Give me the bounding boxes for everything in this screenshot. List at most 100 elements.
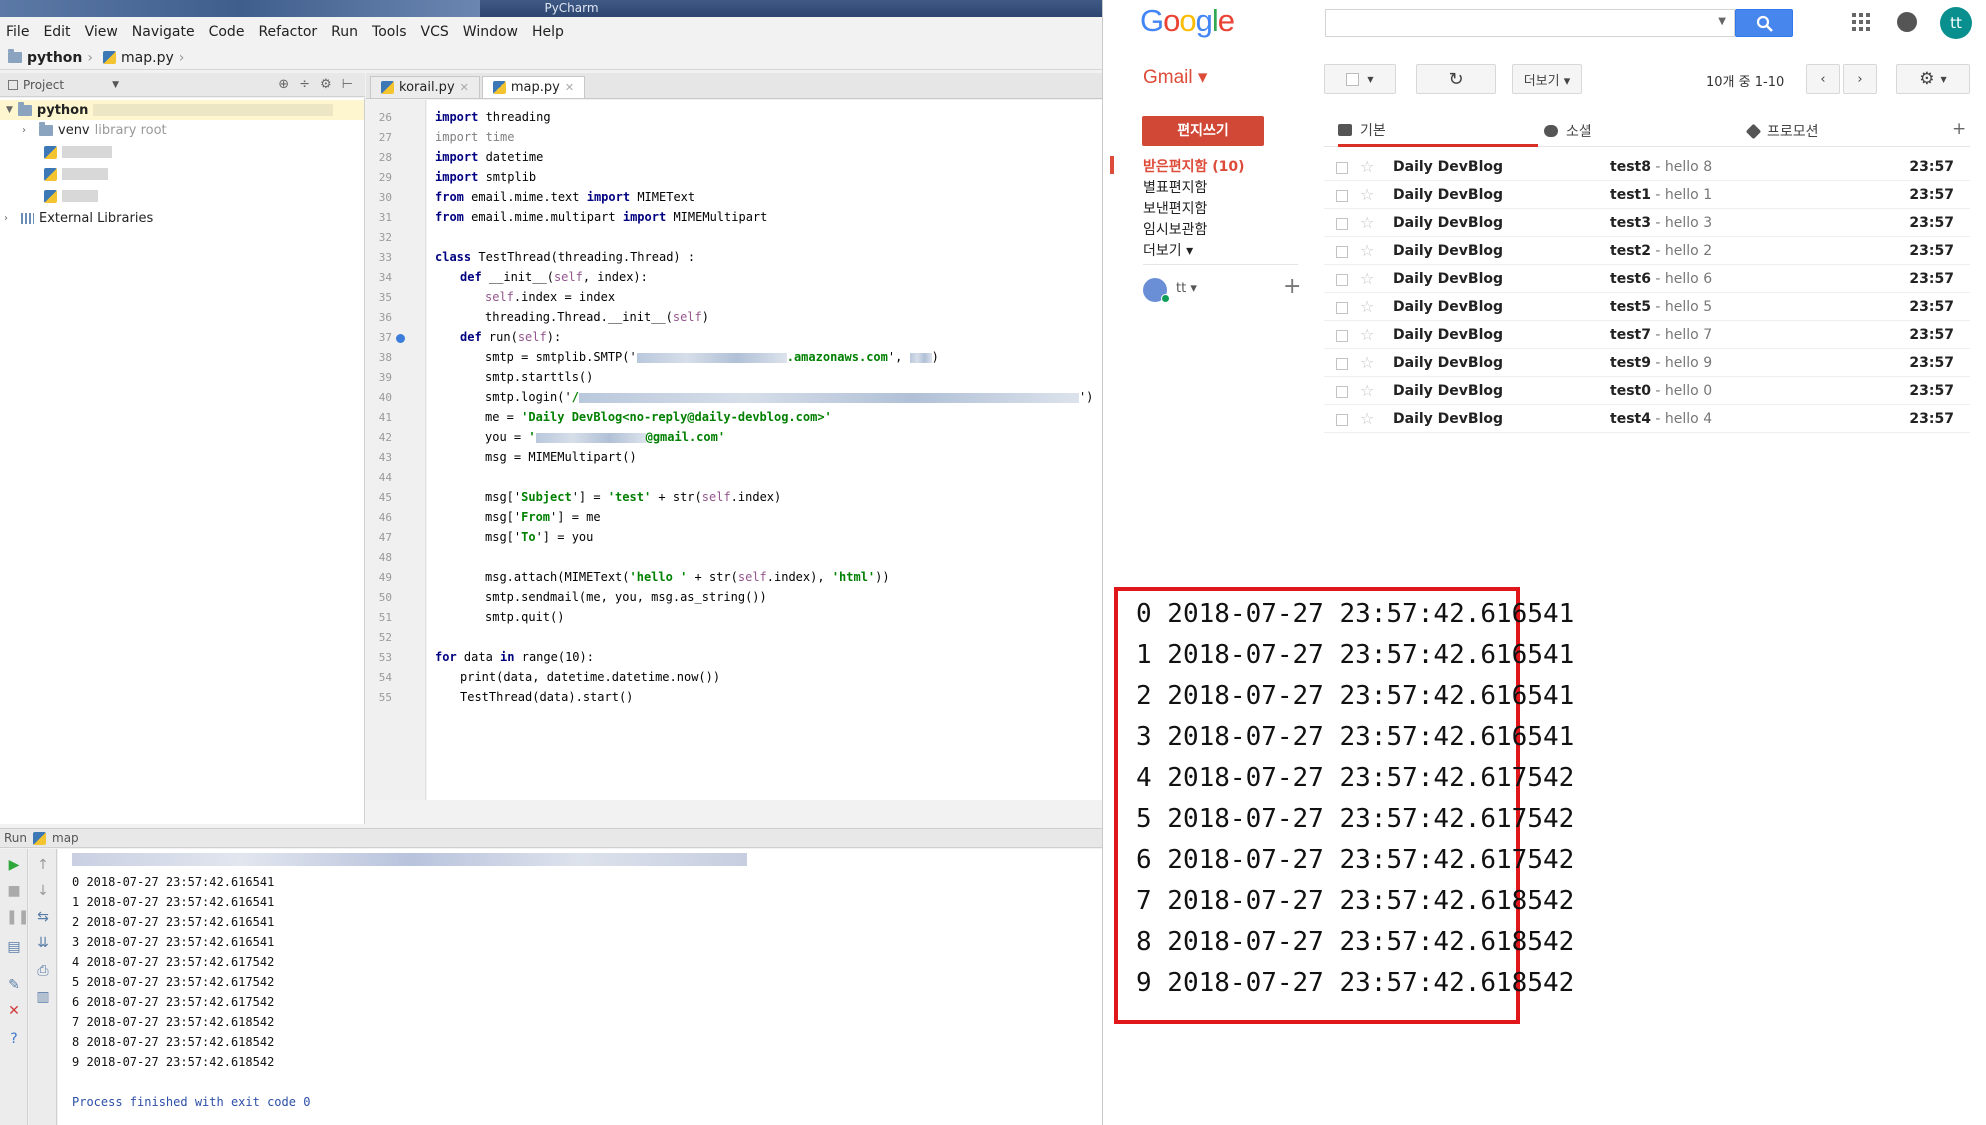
pause-icon[interactable]: ❚❚ (6, 909, 29, 925)
menu-tools[interactable]: Tools (372, 24, 407, 40)
menu-refactor[interactable]: Refactor (258, 24, 317, 40)
avatar[interactable]: tt (1940, 7, 1972, 39)
newer-button[interactable]: ‹ (1806, 64, 1840, 94)
gmail-product-menu[interactable]: Gmail ▾ (1143, 66, 1207, 89)
nav-drafts[interactable]: 임시보관함 (1143, 219, 1207, 239)
email-row[interactable]: ☆ Daily DevBlog test7 - hello 7 23:57 (1324, 321, 1970, 349)
tree-item-python-root[interactable]: ▼ python (0, 100, 364, 120)
chevron-right-icon[interactable]: › (4, 213, 8, 224)
close-icon[interactable]: ✕ (460, 81, 469, 94)
search-input[interactable]: ▼ (1325, 9, 1735, 37)
run-panel-label[interactable]: Run (4, 831, 27, 845)
chevron-down-icon[interactable]: ▼ (112, 80, 119, 90)
older-button[interactable]: › (1843, 64, 1877, 94)
nav-more[interactable]: 더보기 ▾ (1143, 240, 1193, 260)
email-row[interactable]: ☆ Daily DevBlog test3 - hello 3 23:57 (1324, 209, 1970, 237)
close-icon[interactable]: ✕ (565, 81, 574, 94)
project-panel-label[interactable]: Project (23, 78, 64, 92)
star-icon[interactable]: ☆ (1360, 269, 1374, 288)
checkbox[interactable] (1336, 386, 1348, 398)
star-icon[interactable]: ☆ (1360, 409, 1374, 428)
star-icon[interactable]: ☆ (1360, 353, 1374, 372)
trash-icon[interactable]: ▥ (35, 989, 51, 1005)
chevron-down-icon[interactable]: ▼ (1718, 16, 1726, 27)
override-marker-icon[interactable] (396, 334, 405, 343)
checkbox[interactable] (1336, 302, 1348, 314)
arrow-down-icon[interactable]: ↓ (35, 883, 51, 899)
star-icon[interactable]: ☆ (1360, 213, 1374, 232)
star-icon[interactable]: ☆ (1360, 325, 1374, 344)
menu-edit[interactable]: Edit (43, 24, 70, 40)
star-icon[interactable]: ☆ (1360, 185, 1374, 204)
tree-item-file[interactable] (44, 142, 112, 162)
tab-korail-py[interactable]: korail.py ✕ (370, 76, 480, 98)
nav-sent[interactable]: 보낸편지함 (1143, 198, 1207, 218)
run-config-label[interactable]: map (52, 831, 79, 845)
stop-icon[interactable]: ■ (6, 883, 22, 899)
print-icon[interactable]: ⎙ (35, 963, 51, 979)
tree-item-file[interactable] (44, 164, 108, 184)
menu-help[interactable]: Help (532, 24, 564, 40)
menu-window[interactable]: Window (463, 24, 518, 40)
email-row[interactable]: ☆ Daily DevBlog test2 - hello 2 23:57 (1324, 237, 1970, 265)
menu-navigate[interactable]: Navigate (132, 24, 195, 40)
scroll-end-icon[interactable]: ⇊ (35, 935, 51, 951)
select-checkbox-button[interactable]: ▼ (1324, 64, 1396, 94)
layout-icon[interactable]: ▤ (6, 939, 22, 955)
apps-grid-icon[interactable] (1852, 13, 1870, 31)
chevron-right-icon[interactable]: › (22, 125, 26, 136)
tab-promotions[interactable]: 프로모션 (1745, 115, 1948, 147)
notifications-icon[interactable] (1897, 12, 1917, 32)
checkbox[interactable] (1336, 330, 1348, 342)
checkbox[interactable] (1336, 162, 1348, 174)
nav-inbox[interactable]: 받은편지함 (10) (1143, 156, 1245, 176)
menu-code[interactable]: Code (209, 24, 245, 40)
email-row[interactable]: ☆ Daily DevBlog test0 - hello 0 23:57 (1324, 377, 1970, 405)
wrap-icon[interactable]: ⇆ (35, 909, 51, 925)
email-row[interactable]: ☆ Daily DevBlog test4 - hello 4 23:57 (1324, 405, 1970, 433)
tree-item-file[interactable] (44, 186, 98, 206)
star-icon[interactable]: ☆ (1360, 381, 1374, 400)
nav-starred[interactable]: 별표편지함 (1143, 177, 1207, 197)
add-contact-icon[interactable]: + (1283, 274, 1301, 299)
gear-icon[interactable]: ⚙ (320, 77, 332, 92)
settings-button[interactable]: ⚙ ▼ (1896, 64, 1970, 94)
checkbox[interactable] (1336, 218, 1348, 230)
collapse-icon[interactable]: ÷ (299, 77, 310, 92)
menu-view[interactable]: View (85, 24, 118, 40)
more-button[interactable]: 더보기 ▾ (1512, 64, 1582, 94)
close-icon[interactable]: ✕ (6, 1003, 22, 1019)
checkbox[interactable] (1336, 414, 1348, 426)
hangouts-user[interactable]: tt ▾ (1176, 281, 1197, 296)
tree-item-venv[interactable]: › venv library root (22, 120, 167, 140)
add-tab-icon[interactable]: + (1952, 119, 1966, 139)
arrow-up-icon[interactable]: ↑ (35, 857, 51, 873)
hide-panel-icon[interactable]: ⊢ (342, 77, 353, 92)
email-row[interactable]: ☆ Daily DevBlog test1 - hello 1 23:57 (1324, 181, 1970, 209)
star-icon[interactable]: ☆ (1360, 241, 1374, 260)
star-icon[interactable]: ☆ (1360, 157, 1374, 176)
pin-icon[interactable]: ✎ (6, 977, 22, 993)
tab-map-py[interactable]: map.py ✕ (481, 76, 586, 98)
search-button[interactable] (1735, 9, 1793, 37)
sync-icon[interactable]: ⊕ (278, 77, 289, 92)
checkbox[interactable] (1336, 358, 1348, 370)
refresh-button[interactable]: ↻ (1416, 64, 1496, 94)
email-row[interactable]: ☆ Daily DevBlog test8 - hello 8 23:57 (1324, 153, 1970, 181)
breadcrumb-python[interactable]: python › (8, 49, 93, 66)
tab-social[interactable]: 소셜 (1544, 115, 1744, 147)
menu-file[interactable]: File (6, 24, 29, 40)
menu-run[interactable]: Run (331, 24, 358, 40)
breadcrumb-map-py[interactable]: map.py › (103, 50, 184, 66)
help-icon[interactable]: ? (6, 1031, 22, 1047)
email-row[interactable]: ☆ Daily DevBlog test9 - hello 9 23:57 (1324, 349, 1970, 377)
play-icon[interactable]: ▶ (6, 857, 22, 873)
email-row[interactable]: ☆ Daily DevBlog test5 - hello 5 23:57 (1324, 293, 1970, 321)
google-logo[interactable]: Google (1140, 3, 1235, 39)
checkbox[interactable] (1336, 246, 1348, 258)
tree-item-external-libraries[interactable]: › External Libraries (4, 208, 153, 228)
menu-vcs[interactable]: VCS (421, 24, 449, 40)
checkbox[interactable] (1336, 274, 1348, 286)
compose-button[interactable]: 편지쓰기 (1142, 116, 1264, 146)
email-row[interactable]: ☆ Daily DevBlog test6 - hello 6 23:57 (1324, 265, 1970, 293)
